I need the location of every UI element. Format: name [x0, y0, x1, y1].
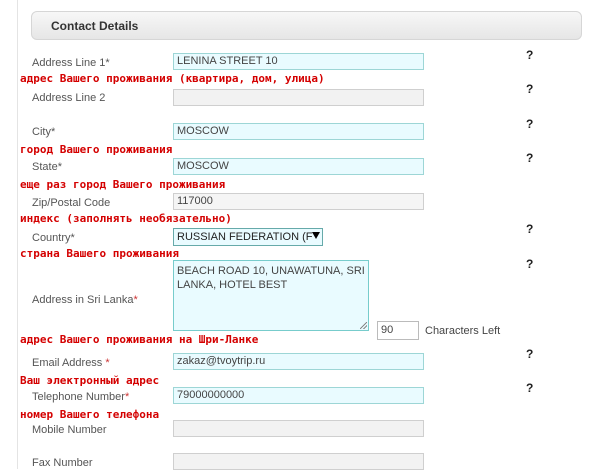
- telephone-help-icon[interactable]: ?: [526, 381, 533, 395]
- country-note: страна Вашего проживания: [20, 247, 179, 260]
- state-help-icon[interactable]: ?: [526, 151, 533, 165]
- address-line1-label: Address Line 1*: [32, 57, 110, 69]
- address-line1-help-icon[interactable]: ?: [526, 48, 533, 62]
- state-label: State*: [32, 161, 62, 173]
- fax-input[interactable]: [173, 453, 424, 470]
- email-input[interactable]: zakaz@tvoytrip.ru: [173, 353, 424, 370]
- address-line1-input[interactable]: LENINA STREET 10: [173, 53, 424, 70]
- address-line2-input[interactable]: [173, 89, 424, 106]
- country-help-icon[interactable]: ?: [526, 222, 533, 236]
- zip-label: Zip/Postal Code: [32, 197, 111, 209]
- address-line2-label: Address Line 2: [32, 92, 106, 104]
- telephone-label: Telephone Number*: [32, 391, 130, 403]
- email-help-icon[interactable]: ?: [526, 347, 533, 361]
- characters-left-counter: 90: [377, 321, 419, 340]
- characters-left-label: Characters Left: [425, 325, 501, 337]
- section-header: Contact Details: [31, 11, 582, 40]
- mobile-label: Mobile Number: [32, 424, 107, 436]
- resize-handle-icon[interactable]: [360, 322, 367, 329]
- city-input[interactable]: MOSCOW: [173, 123, 424, 140]
- srilanka-help-icon[interactable]: ?: [526, 257, 533, 271]
- email-label: Email Address *: [32, 357, 110, 369]
- state-input[interactable]: MOSCOW: [173, 158, 424, 175]
- city-note: город Вашего проживания: [20, 143, 173, 156]
- fax-label: Fax Number: [32, 457, 93, 469]
- section-title: Contact Details: [51, 19, 139, 33]
- mobile-input[interactable]: [173, 420, 424, 437]
- srilanka-note: адрес Вашего проживания на Шри-Ланке: [20, 333, 259, 346]
- address-note: адрес Вашего проживания (квартира, дом, …: [20, 72, 325, 85]
- dropdown-arrow-icon[interactable]: [312, 232, 320, 239]
- email-note: Ваш электронный адрес: [20, 374, 160, 387]
- state-note: еще раз город Вашего проживания: [20, 178, 226, 191]
- zip-note: индекс (заполнять необязательно): [20, 212, 232, 225]
- srilanka-address-text: BEACH ROAD 10, UNAWATUNA, SRI LANKA, HOT…: [177, 265, 365, 291]
- zip-input[interactable]: 117000: [173, 193, 424, 210]
- country-select[interactable]: RUSSIAN FEDERATION (F: [173, 228, 323, 246]
- city-help-icon[interactable]: ?: [526, 117, 533, 131]
- country-selected-value: RUSSIAN FEDERATION (F: [177, 231, 313, 243]
- country-label: Country*: [32, 232, 75, 244]
- telephone-input[interactable]: 79000000000: [173, 387, 424, 404]
- srilanka-address-textarea[interactable]: BEACH ROAD 10, UNAWATUNA, SRI LANKA, HOT…: [173, 260, 369, 331]
- address-line2-help-icon[interactable]: ?: [526, 82, 533, 96]
- city-label: City*: [32, 126, 56, 138]
- phone-note: номер Вашего телефона: [20, 408, 160, 421]
- srilanka-address-label: Address in Sri Lanka*: [32, 294, 138, 306]
